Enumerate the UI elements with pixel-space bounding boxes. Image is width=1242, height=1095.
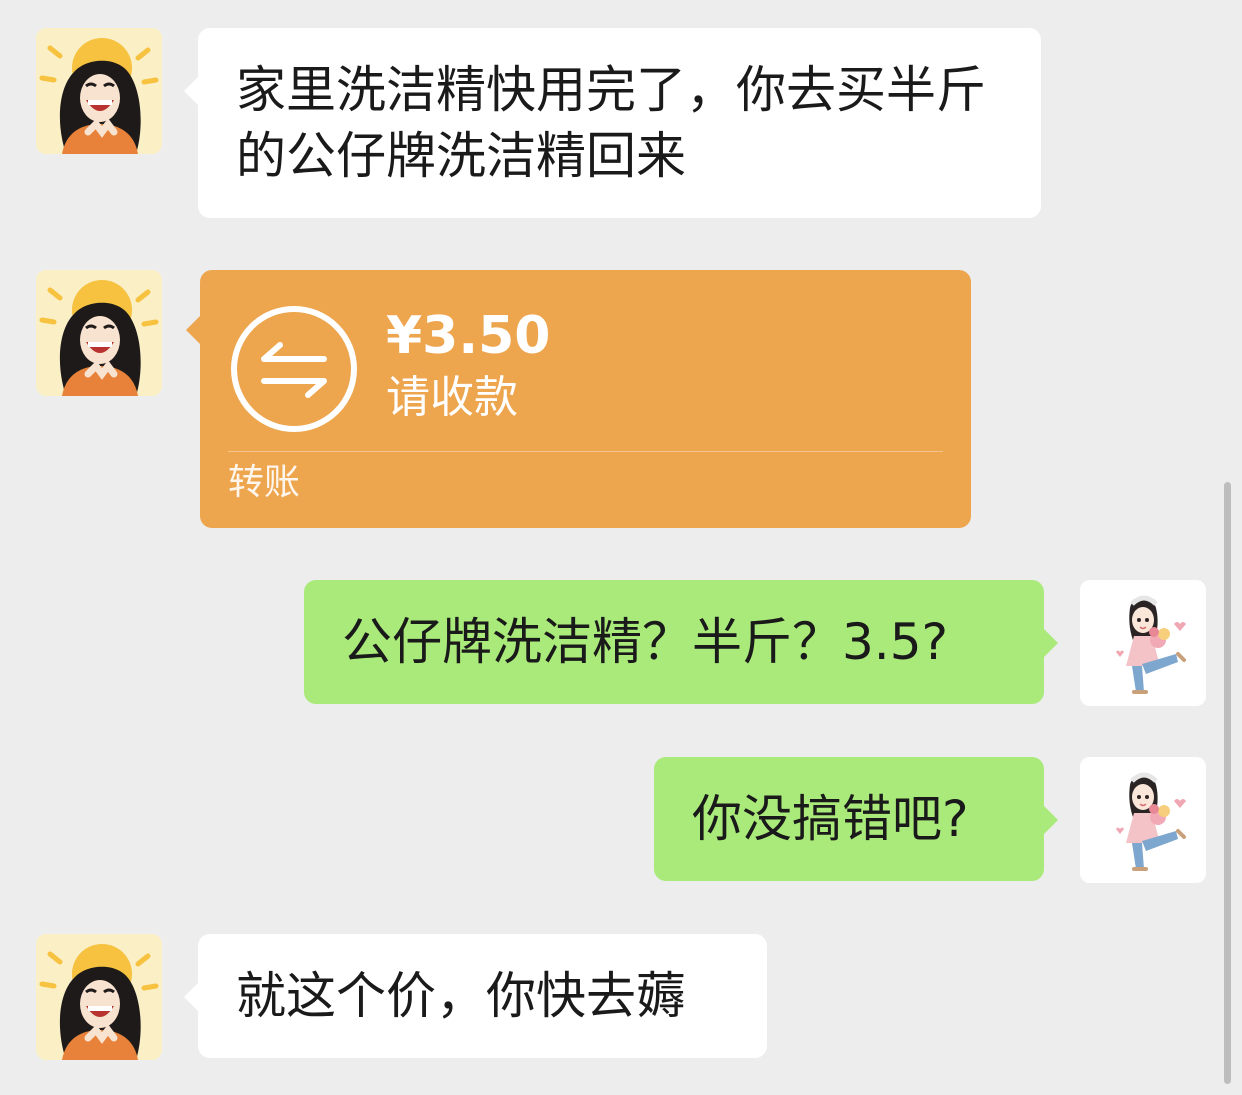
message-text: 家里洗洁精快用完了，你去买半斤的公仔牌洗洁精回来 (236, 61, 986, 185)
contact-avatar[interactable] (36, 270, 162, 396)
message-text: 你没搞错吧? (692, 790, 969, 848)
self-avatar[interactable] (1080, 580, 1206, 706)
message-text: 公仔牌洗洁精？半斤？3.5? (342, 613, 949, 671)
transfer-divider (228, 451, 943, 452)
transfer-card[interactable]: ¥3.50 请收款 转账 (186, 270, 971, 528)
message-text: 就这个价，你快去薅 (236, 967, 686, 1025)
message-bubble-incoming[interactable]: 家里洗洁精快用完了，你去买半斤的公仔牌洗洁精回来 (184, 28, 1041, 218)
transfer-status: 请收款 (386, 372, 518, 423)
message-bubble-outgoing[interactable]: 你没搞错吧? (654, 757, 1058, 881)
message-bubble-incoming[interactable]: 就这个价，你快去薅 (184, 934, 767, 1058)
self-avatar[interactable] (1080, 757, 1206, 883)
transfer-amount: ¥3.50 (386, 306, 551, 366)
contact-avatar[interactable] (36, 934, 162, 1060)
message-bubble-outgoing[interactable]: 公仔牌洗洁精？半斤？3.5? (304, 580, 1058, 704)
scrollbar[interactable] (1224, 482, 1231, 1084)
transfer-label: 转账 (228, 462, 301, 503)
transfer-arrows-icon (231, 306, 357, 432)
contact-avatar[interactable] (36, 28, 162, 154)
